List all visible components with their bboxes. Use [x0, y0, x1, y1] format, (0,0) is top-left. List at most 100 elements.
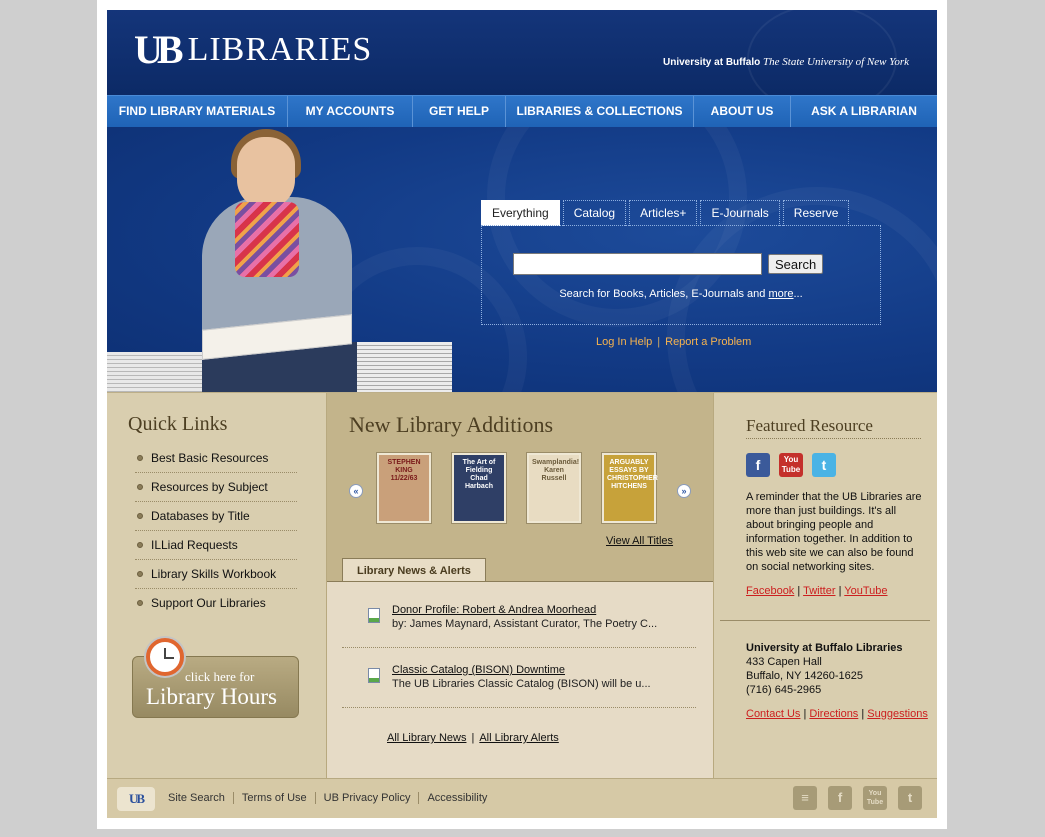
- book-carousel: « STEPHEN KING 11/22/63 The Art of Field…: [347, 453, 697, 528]
- search-panel: Search Search for Books, Articles, E-Jou…: [481, 225, 881, 325]
- facebook-link[interactable]: Facebook: [746, 585, 794, 597]
- twitter-icon[interactable]: t: [812, 453, 836, 477]
- bullet-icon: [137, 542, 143, 548]
- quick-link-best-basic-resources[interactable]: Best Basic Resources: [135, 444, 297, 473]
- document-icon: [368, 668, 380, 683]
- tab-everything[interactable]: Everything: [481, 200, 560, 226]
- tab-e-journals[interactable]: E-Journals: [700, 200, 780, 226]
- terms-of-use-link[interactable]: Terms of Use: [234, 792, 316, 804]
- search-input[interactable]: [513, 253, 762, 275]
- search-more-link[interactable]: more: [768, 288, 793, 300]
- all-library-alerts-link[interactable]: All Library Alerts: [479, 732, 558, 744]
- ub-footer-logo[interactable]: UB: [117, 787, 155, 811]
- quick-link-label: Databases by Title: [151, 509, 250, 523]
- view-all-titles-link[interactable]: View All Titles: [606, 535, 673, 547]
- quick-link-library-skills-workbook[interactable]: Library Skills Workbook: [135, 560, 297, 589]
- photo-head: [237, 137, 295, 209]
- quick-link-databases-by-title[interactable]: Databases by Title: [135, 502, 297, 531]
- quick-link-label: Library Skills Workbook: [151, 567, 277, 581]
- twitter-link[interactable]: Twitter: [803, 585, 835, 597]
- book-cover[interactable]: ARGUABLY ESSAYS BY CHRISTOPHER HITCHENS: [602, 453, 658, 523]
- search-hint-text: Search for Books, Articles, E-Journals a…: [559, 288, 769, 300]
- bullet-icon: [137, 455, 143, 461]
- book-cover[interactable]: The Art of Fielding Chad Harbach: [452, 453, 506, 523]
- accessibility-link[interactable]: Accessibility: [419, 792, 495, 804]
- news-item: Classic Catalog (BISON) Downtime The UB …: [342, 650, 696, 708]
- tab-library-news-alerts[interactable]: Library News & Alerts: [342, 558, 486, 582]
- facebook-icon[interactable]: f: [828, 786, 852, 810]
- photo-book-stack: [357, 342, 452, 392]
- address-name: University at Buffalo Libraries: [746, 642, 903, 654]
- site-footer: UB Site Search Terms of Use UB Privacy P…: [107, 778, 937, 818]
- news-item-title[interactable]: Classic Catalog (BISON) Downtime: [392, 664, 565, 676]
- featured-resource-title: Featured Resource: [746, 416, 921, 439]
- footer-links: Site Search Terms of Use UB Privacy Poli…: [168, 792, 495, 804]
- page: UB LIBRARIES University at Buffalo The S…: [107, 10, 937, 818]
- tab-articles-plus[interactable]: Articles+: [629, 200, 698, 226]
- quick-link-label: Resources by Subject: [151, 480, 268, 494]
- quick-link-support-our-libraries[interactable]: Support Our Libraries: [135, 589, 297, 618]
- hero-help-links: Log In Help | Report a Problem: [596, 336, 751, 348]
- featured-resource-description: A reminder that the UB Libraries are mor…: [746, 491, 922, 573]
- tab-catalog[interactable]: Catalog: [562, 200, 627, 226]
- site-logo[interactable]: UB LIBRARIES: [134, 27, 372, 72]
- social-links: Facebook | Twitter | YouTube: [746, 585, 888, 597]
- ub-logo-mark: UB: [134, 27, 184, 72]
- divider: [720, 620, 930, 621]
- all-library-news-link[interactable]: All Library News: [387, 732, 466, 744]
- link-separator: |: [797, 585, 801, 597]
- tagline-university: University at Buffalo: [663, 57, 761, 68]
- report-problem-link[interactable]: Report a Problem: [665, 336, 751, 348]
- book-cover[interactable]: Swamplandia! Karen Russell: [527, 453, 581, 523]
- nav-find-library-materials[interactable]: FIND LIBRARY MATERIALS: [107, 96, 288, 127]
- privacy-policy-link[interactable]: UB Privacy Policy: [316, 792, 420, 804]
- facebook-icon[interactable]: f: [746, 453, 770, 477]
- rss-icon[interactable]: ≡: [793, 786, 817, 810]
- twitter-icon[interactable]: t: [898, 786, 922, 810]
- news-item-description: by: James Maynard, Assistant Curator, Th…: [392, 618, 658, 630]
- quick-link-label: Support Our Libraries: [151, 596, 266, 610]
- tab-reserve[interactable]: Reserve: [782, 200, 850, 226]
- quick-links-list: Best Basic Resources Resources by Subjec…: [135, 444, 297, 618]
- youtube-icon[interactable]: You Tube: [863, 786, 887, 810]
- tagline-suny: The State University of New York: [763, 56, 909, 68]
- photo-book-stack: [107, 352, 202, 392]
- search-button[interactable]: Search: [768, 254, 824, 274]
- bullet-icon: [137, 600, 143, 606]
- news-item: Donor Profile: Robert & Andrea Moorhead …: [342, 590, 696, 648]
- site-header: UB LIBRARIES University at Buffalo The S…: [107, 10, 937, 95]
- library-hours-button[interactable]: click here for Library Hours: [132, 638, 299, 718]
- quick-link-label: ILLiad Requests: [151, 538, 238, 552]
- link-separator: |: [657, 336, 661, 348]
- clock-icon: [146, 638, 184, 676]
- nav-ask-a-librarian[interactable]: ASK A LIBRARIAN: [791, 96, 937, 127]
- nav-libraries-collections[interactable]: LIBRARIES & COLLECTIONS: [506, 96, 694, 127]
- quick-link-illiad-requests[interactable]: ILLiad Requests: [135, 531, 297, 560]
- document-icon: [368, 608, 380, 623]
- link-separator: |: [838, 585, 842, 597]
- nav-about-us[interactable]: ABOUT US: [694, 96, 791, 127]
- youtube-link[interactable]: YouTube: [844, 585, 887, 597]
- book-cover[interactable]: STEPHEN KING 11/22/63: [377, 453, 431, 523]
- book-cover-text: STEPHEN KING 11/22/63: [387, 459, 421, 482]
- quick-link-label: Best Basic Resources: [151, 451, 269, 465]
- directions-link[interactable]: Directions: [809, 708, 858, 720]
- university-tagline[interactable]: University at Buffalo The State Universi…: [663, 56, 909, 68]
- nav-my-accounts[interactable]: MY ACCOUNTS: [288, 96, 413, 127]
- quick-link-resources-by-subject[interactable]: Resources by Subject: [135, 473, 297, 502]
- main-nav: FIND LIBRARY MATERIALS MY ACCOUNTS GET H…: [107, 95, 937, 127]
- contact-us-link[interactable]: Contact Us: [746, 708, 800, 720]
- news-item-title[interactable]: Donor Profile: Robert & Andrea Moorhead: [392, 604, 596, 616]
- youtube-icon[interactable]: You Tube: [779, 453, 803, 477]
- suggestions-link[interactable]: Suggestions: [867, 708, 928, 720]
- book-cover-text: The Art of Fielding Chad Harbach: [462, 459, 496, 490]
- bullet-icon: [137, 571, 143, 577]
- chevron-left-icon[interactable]: «: [349, 484, 363, 498]
- nav-get-help[interactable]: GET HELP: [413, 96, 506, 127]
- quick-links-title: Quick Links: [128, 413, 228, 435]
- site-search-link[interactable]: Site Search: [168, 792, 234, 804]
- log-in-help-link[interactable]: Log In Help: [596, 336, 652, 348]
- new-additions-column: New Library Additions « STEPHEN KING 11/…: [327, 393, 713, 779]
- address-phone: (716) 645-2965: [746, 684, 822, 696]
- chevron-right-icon[interactable]: »: [677, 484, 691, 498]
